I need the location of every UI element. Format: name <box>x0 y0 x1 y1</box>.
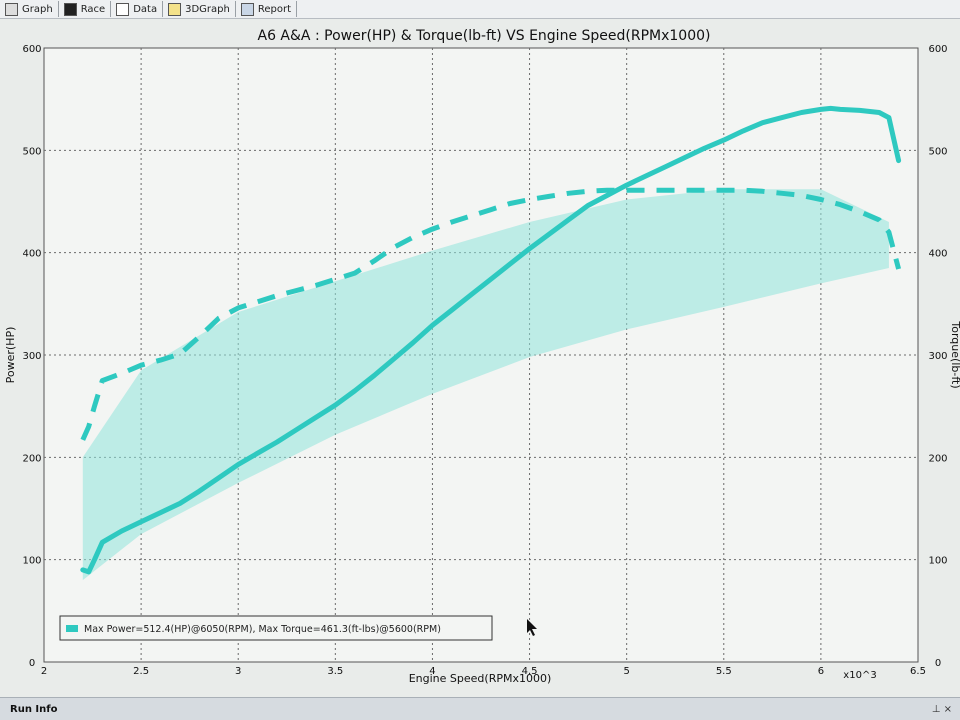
y-tick-label-left: 300 <box>22 351 41 362</box>
x-multiplier-label: x10^3 <box>843 670 876 681</box>
y-tick-label-right: 300 <box>928 351 947 362</box>
y-tick-label-right: 400 <box>928 249 947 260</box>
y-tick-label-right: 0 <box>935 658 941 669</box>
chart-area: A6 A&A : Power(HP) & Torque(lb-ft) VS En… <box>0 20 960 696</box>
x-axis-label: Engine Speed(RPMx1000) <box>409 672 552 685</box>
chart-title: A6 A&A : Power(HP) & Torque(lb-ft) VS En… <box>258 28 711 44</box>
tab-report-label: Report <box>257 3 291 15</box>
x-tick-label: 5 <box>623 666 629 677</box>
status-bar: Run Info ⊥ × <box>0 697 960 720</box>
tab-data-label: Data <box>133 3 158 15</box>
report-icon <box>240 2 254 16</box>
tab-graph[interactable]: Graph <box>0 1 59 17</box>
tab-data[interactable]: Data <box>111 1 164 17</box>
power-torque-chart: A6 A&A : Power(HP) & Torque(lb-ft) VS En… <box>0 20 960 696</box>
y-axis-label: Power(HP) <box>4 327 17 384</box>
tab-race-label: Race <box>80 3 106 15</box>
table-icon <box>116 2 130 16</box>
panel-pin-icons[interactable]: ⊥ × <box>932 704 960 715</box>
legend-box: Max Power=512.4(HP)@6050(RPM), Max Torqu… <box>59 615 493 641</box>
graph-icon <box>5 2 18 16</box>
y-tick-label-right: 100 <box>928 556 947 567</box>
x-tick-label: 2.5 <box>133 666 149 677</box>
tab-graph-label: Graph <box>22 3 53 15</box>
y-tick-label-left: 400 <box>22 249 41 260</box>
race-flag-icon <box>63 2 77 16</box>
y-tick-label-left: 100 <box>22 556 41 567</box>
y-tick-label-right: 200 <box>928 453 947 464</box>
graph3d-icon <box>168 2 182 16</box>
legend-text: Max Power=512.4(HP)@6050(RPM), Max Torqu… <box>84 624 441 635</box>
x-tick-label: 3 <box>235 666 241 677</box>
tab-report[interactable]: Report <box>236 1 297 17</box>
tab-3dgraph-label: 3DGraph <box>185 3 230 15</box>
x-tick-label: 2 <box>41 666 47 677</box>
y-tick-label-right: 500 <box>928 146 947 157</box>
tab-3dgraph[interactable]: 3DGraph <box>163 1 236 17</box>
legend-swatch <box>66 625 78 632</box>
y-tick-label-left: 600 <box>22 44 41 55</box>
y-tick-label-left: 500 <box>22 146 41 157</box>
tab-race[interactable]: Race <box>59 1 112 17</box>
y-axis-label-right: Torque(lb-ft) <box>949 320 960 388</box>
x-tick-label: 3.5 <box>327 666 343 677</box>
x-tick-label: 6 <box>818 666 824 677</box>
toolbar: Graph Race Data 3DGraph Report <box>0 0 960 19</box>
x-tick-label: 5.5 <box>716 666 732 677</box>
y-tick-label-left: 200 <box>22 453 41 464</box>
run-info-label[interactable]: Run Info <box>0 704 57 715</box>
y-tick-label-right: 600 <box>928 44 947 55</box>
y-tick-label-left: 0 <box>29 658 35 669</box>
x-tick-label: 6.5 <box>910 666 926 677</box>
